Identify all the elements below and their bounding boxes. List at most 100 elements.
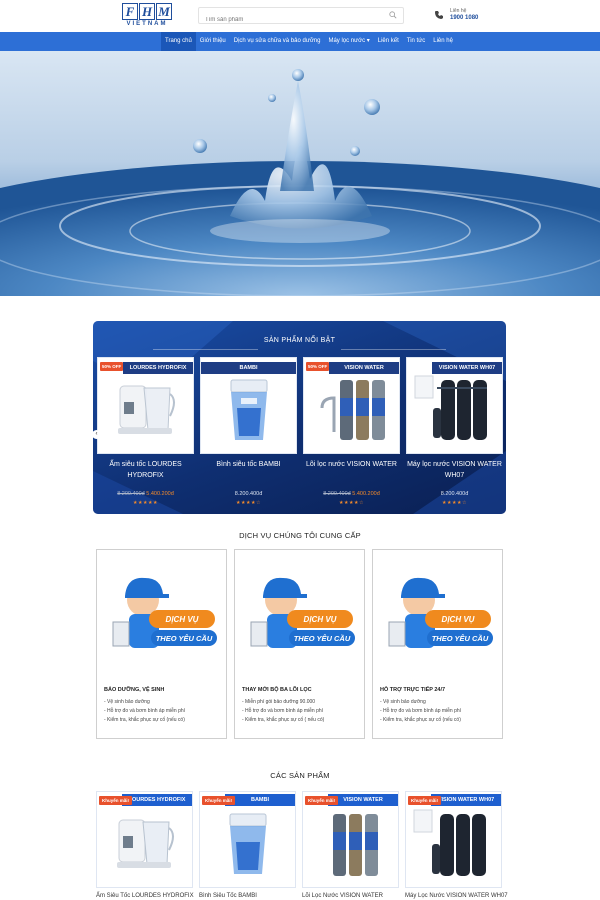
service-bullet: - Miễn phí gói bảo dưỡng 90.000 xyxy=(242,699,316,705)
product-name[interactable]: Ấm siêu tốc LOURDES HYDROFIX xyxy=(93,459,198,481)
service-bullet: - Vệ sinh bảo dưỡng xyxy=(380,699,426,705)
sale-badge: Khuyến mãi! xyxy=(408,796,442,805)
product-image[interactable]: LOURDES HYDROFIX Khuyến mãi! xyxy=(96,791,193,888)
nav-item-services[interactable]: Dịch vụ sửa chữa và bảo dưỡng xyxy=(230,32,325,51)
service-card[interactable]: DỊCH VỤ THEO YÊU CẦU THAY MỚI BỘ BA LÕI … xyxy=(234,549,365,739)
product-image[interactable]: VISION WATER WH07 Khuyến mãi! xyxy=(405,791,502,888)
logo-letter-m: M xyxy=(156,3,172,20)
nav-item-about[interactable]: Giới thiệu xyxy=(196,32,230,51)
water-splash-image xyxy=(0,51,600,296)
product-image[interactable]: VISION WATER Khuyến mãi! xyxy=(302,791,399,888)
product-name[interactable]: Lõi Lọc Nước VISION WATER xyxy=(302,893,422,899)
product-price: 8.200.400đ 5.400.200đ xyxy=(303,491,400,497)
product-image[interactable]: VISION WATER 50% OFF xyxy=(303,357,400,454)
product-image[interactable]: LOURDES HYDROFIX 50% OFF xyxy=(97,357,194,454)
logo-letter-f: F xyxy=(122,3,138,20)
featured-product-card[interactable]: LOURDES HYDROFIX 50% OFF Ấm siêu tốc LOU… xyxy=(97,357,194,506)
service-banner-line1: DỊCH VỤ xyxy=(166,615,199,624)
filter-cartridges-image xyxy=(333,814,378,876)
featured-product-card[interactable]: VISION WATER WH07 Máy lọc nước VISION WA… xyxy=(406,357,503,506)
service-banner-line2: THEO YÊU CẦU xyxy=(432,633,489,643)
featured-product-card[interactable]: BAMBI Bình siêu tốc BAMBI 8.200.400đ ★★★… xyxy=(200,357,297,506)
featured-products-section: SẢN PHẨM NỔI BẬT LOURDES HYDROFIX 50% OF… xyxy=(93,321,506,514)
bambi-bottle-image xyxy=(229,813,267,874)
hero-banner[interactable] xyxy=(0,51,600,296)
product-name[interactable]: Bình Siêu Tốc BAMBI xyxy=(199,893,319,899)
service-title: THAY MỚI BỘ BA LÕI LỌC xyxy=(242,687,312,693)
product-card[interactable]: VISION WATER WH07 Khuyến mãi! Máy Lọc Nư… xyxy=(405,791,508,899)
product-name[interactable]: Ấm Siêu Tốc LOURDES HYDROFIX xyxy=(96,893,216,899)
product-price: 8.200.400đ 5.400.200đ xyxy=(97,491,194,497)
new-price: 8.200.400đ xyxy=(234,491,263,497)
product-card[interactable]: LOURDES HYDROFIX Khuyến mãi! Ấm Siêu Tốc… xyxy=(96,791,194,899)
water-purifier-image xyxy=(413,809,486,876)
title-line-left xyxy=(153,349,258,350)
services-title: DỊCH VỤ CHÚNG TÔI CUNG CẤP xyxy=(239,531,361,540)
service-title: HỖ TRỢ TRỰC TIẾP 24/7 xyxy=(380,687,446,693)
service-bullet: - Hỗ trợ đo và bơm bình áp miễn phí xyxy=(104,708,186,714)
product-image[interactable]: VISION WATER WH07 xyxy=(406,357,503,454)
nav-item-news[interactable]: Tin tức xyxy=(403,32,429,51)
service-bullet: - Kiểm tra, khắc phục sự cố ( nếu có) xyxy=(242,717,325,723)
bambi-bottle-image xyxy=(230,379,268,440)
featured-product-card[interactable]: VISION WATER 50% OFF Lõi lọc nước VISION… xyxy=(303,357,400,506)
logo-letter-h: H xyxy=(139,3,155,20)
service-bullet: - Hỗ trợ đo và bơm bình áp miễn phí xyxy=(380,708,462,714)
service-banner-line2: THEO YÊU CẦU xyxy=(156,633,213,643)
product-card[interactable]: VISION WATER Khuyến mãi! Lõi Lọc Nước VI… xyxy=(302,791,399,899)
service-mascot-image: DỊCH VỤ THEO YÊU CẦU xyxy=(250,577,355,648)
main-nav: Trang chủ Giới thiệu Dịch vụ sửa chữa và… xyxy=(0,32,600,51)
old-price: 8.200.400đ xyxy=(323,491,351,497)
rating-stars: ★★★★★ xyxy=(133,500,158,506)
featured-title: SẢN PHẨM NỔI BẬT xyxy=(263,337,336,344)
product-image[interactable]: BAMBI xyxy=(200,357,297,454)
nav-item-water-purifiers[interactable]: Máy lọc nước ▾ xyxy=(324,32,373,51)
old-price: 8.200.400đ xyxy=(117,491,145,497)
rating-stars: ★★★★☆ xyxy=(339,500,364,506)
product-name[interactable]: Lõi lọc nước VISION WATER xyxy=(299,459,404,470)
logo-subtitle: VIETNAM xyxy=(126,21,168,27)
service-bullet: - Kiểm tra, khắc phục sự cố (nếu có) xyxy=(104,717,185,723)
product-price: 8.200.400đ xyxy=(406,491,503,497)
new-price: 5.400.200đ xyxy=(146,491,174,497)
products-title: CÁC SẢN PHẨM xyxy=(270,771,330,780)
sale-badge: Khuyến mãi! xyxy=(99,796,133,805)
carousel-prev-button[interactable]: ‹ xyxy=(92,430,101,439)
nav-item-links[interactable]: Liên kết xyxy=(374,32,403,51)
rating-stars: ★★★★☆ xyxy=(442,500,467,506)
sale-badge: Khuyến mãi! xyxy=(202,796,236,805)
discount-badge: 50% OFF xyxy=(100,362,124,371)
search-input[interactable] xyxy=(199,12,379,28)
kettle-image xyxy=(118,385,175,434)
service-bullet: - Hỗ trợ đo và bơm bình áp miễn phí xyxy=(242,708,324,714)
sale-badge: Khuyến mãi! xyxy=(305,796,339,805)
filter-cartridges-image xyxy=(320,380,385,440)
service-card[interactable]: DỊCH VỤ THEO YÊU CẦU HỖ TRỢ TRỰC TIẾP 24… xyxy=(372,549,503,739)
nav-item-contact[interactable]: Liên hệ xyxy=(429,32,457,51)
product-card[interactable]: BAMBI Khuyến mãi! Bình Siêu Tốc BAMBI xyxy=(199,791,296,899)
product-image[interactable]: BAMBI Khuyến mãi! xyxy=(199,791,296,888)
product-name[interactable]: Bình siêu tốc BAMBI xyxy=(196,459,301,470)
new-price: 5.400.200đ xyxy=(352,491,380,497)
hotline[interactable]: Liên hệ 1900 1080 xyxy=(434,8,504,26)
service-banner-line1: DỊCH VỤ xyxy=(442,615,475,624)
kettle-image xyxy=(117,819,174,868)
rating-stars: ★★★★☆ xyxy=(236,500,261,506)
service-banner-line1: DỊCH VỤ xyxy=(304,615,337,624)
phone-icon xyxy=(435,11,443,19)
hotline-number[interactable]: 1900 1080 xyxy=(450,15,478,21)
search-icon[interactable] xyxy=(389,11,397,19)
service-card[interactable]: DỊCH VỤ THEO YÊU CẦU BẢO DƯỠNG, VỆ SINH … xyxy=(96,549,227,739)
service-banner-line2: THEO YÊU CẦU xyxy=(294,633,351,643)
service-bullet: - Vệ sinh bảo dưỡng xyxy=(104,699,150,705)
service-bullet: - Kiểm tra, khắc phục sự cố (nếu có) xyxy=(380,717,461,723)
site-logo[interactable]: F H M VIETNAM xyxy=(122,3,172,30)
water-purifier-image xyxy=(414,375,487,440)
hotline-label: Liên hệ xyxy=(450,8,467,14)
nav-item-home[interactable]: Trang chủ xyxy=(161,32,196,51)
service-bullets: - Vệ sinh bảo dưỡng - Hỗ trợ đo và bơm b… xyxy=(380,698,461,725)
discount-badge: 50% OFF xyxy=(306,362,330,371)
product-name[interactable]: Máy lọc nước VISION WATER WH07 xyxy=(402,459,506,481)
service-mascot-image: DỊCH VỤ THEO YÊU CẦU xyxy=(388,577,493,648)
product-name[interactable]: Máy Lọc Nước VISION WATER WH07 xyxy=(405,893,525,899)
